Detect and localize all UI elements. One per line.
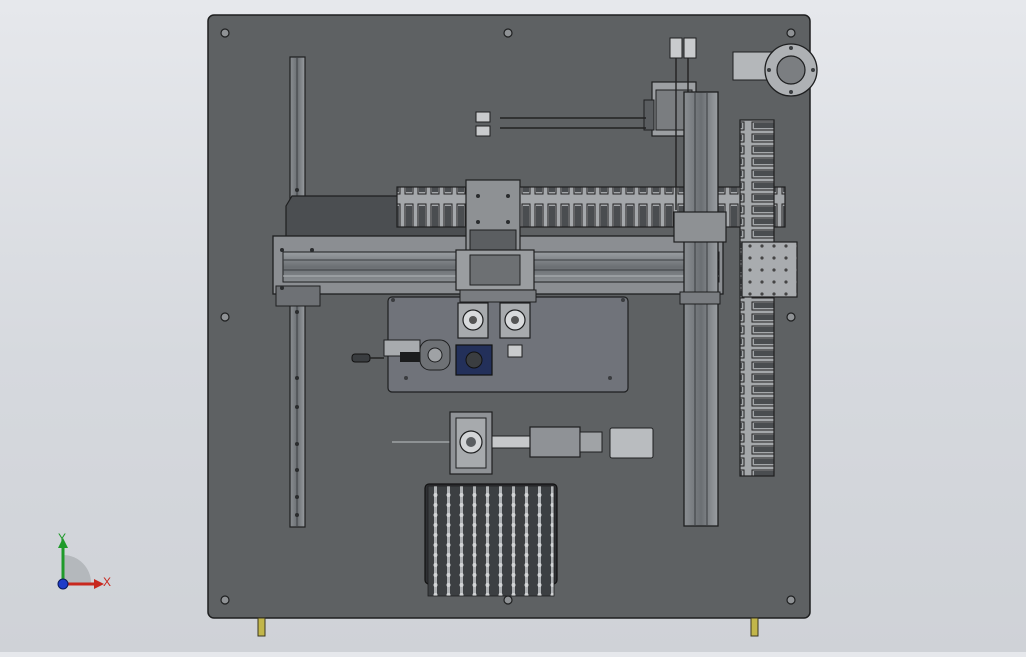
- vertical-drag-chain: [739, 119, 775, 477]
- heat-sink: [424, 483, 558, 597]
- y-axis-label: Y: [58, 531, 67, 545]
- cad-viewport[interactable]: X Y: [0, 0, 1026, 652]
- cad-model-drawing: [57, 14, 818, 637]
- x-axis-label: X: [103, 575, 112, 589]
- support-feet: [257, 617, 759, 637]
- coordinate-triad: [57, 538, 104, 590]
- perforated-mount-plate: [741, 241, 798, 298]
- horizontal-drag-chain: [396, 186, 786, 228]
